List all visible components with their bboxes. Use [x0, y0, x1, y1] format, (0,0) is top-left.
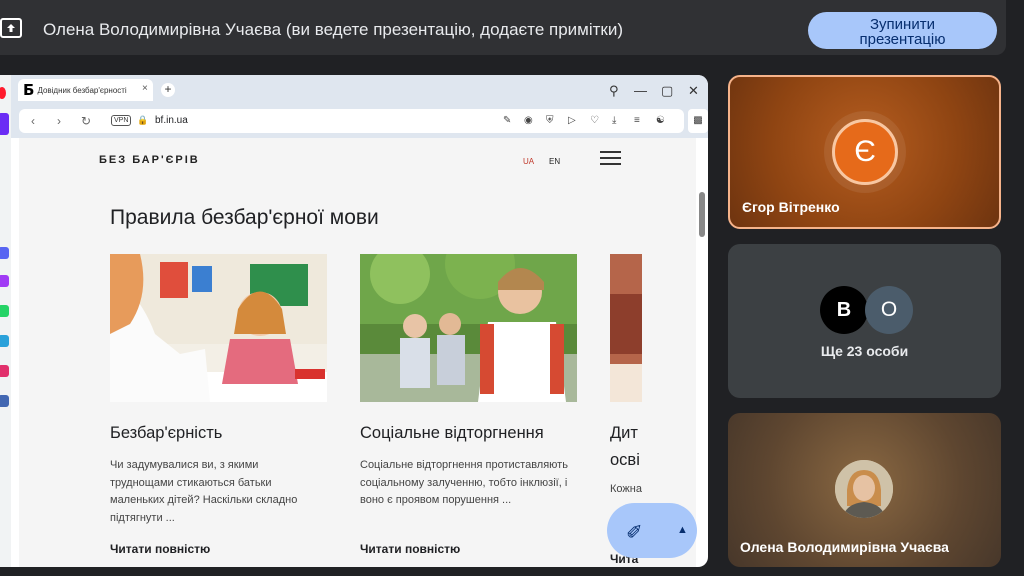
card-image-1[interactable] [110, 254, 327, 402]
site-logo[interactable]: БЕЗ БАР'ЄРІВ [99, 154, 200, 166]
download-icon[interactable]: ⤓ [612, 115, 616, 126]
camera-icon[interactable]: ◉ [524, 115, 533, 126]
whatsapp-icon[interactable] [0, 305, 9, 317]
instagram-icon[interactable] [0, 365, 9, 377]
send-icon[interactable]: ▷ [568, 115, 576, 126]
page-title: Правила безбар'єрної мови [110, 206, 379, 229]
participant-tile-active-speaker[interactable]: Є Єгор Вітренко [728, 75, 1001, 229]
extension-icon[interactable] [0, 395, 9, 407]
close-window-icon[interactable]: ✕ [688, 83, 699, 99]
card-read-more-2[interactable]: Читати повністю [360, 542, 460, 556]
more-participants-count: Ще 23 особи [820, 343, 909, 359]
url-text[interactable]: bf.in.ua [155, 115, 188, 126]
lang-ua-link[interactable]: UA [523, 157, 534, 166]
address-bar[interactable]: ‹ › ↻ VPN 🔒 bf.in.ua ✎ ◉ ⛨ ▷ ♡ ⤓ ≡ ☯ [19, 109, 684, 133]
menu-lines-icon[interactable]: ≡ [634, 115, 640, 126]
back-icon[interactable]: ‹ [31, 114, 35, 128]
card-read-more-1[interactable]: Читати повністю [110, 542, 210, 556]
vpn-badge[interactable]: VPN [111, 115, 132, 126]
minimize-icon[interactable]: — [634, 83, 647, 98]
card-title-2[interactable]: Соціальне відторгнення [360, 424, 544, 443]
heart-icon[interactable]: ♡ [590, 115, 599, 126]
lang-en-link[interactable]: EN [549, 157, 560, 166]
new-tab-button[interactable]: + [161, 83, 175, 97]
presenting-bar: Олена Володимирівна Учаєва (ви ведете пр… [0, 0, 1006, 55]
browser-sidebar [0, 75, 11, 567]
reload-icon[interactable]: ↻ [81, 114, 91, 128]
shield-icon[interactable]: ⛨ [546, 115, 554, 126]
discord-icon[interactable] [0, 247, 9, 259]
avatar-b: В [820, 286, 868, 334]
card-image-3[interactable] [610, 254, 642, 402]
participant-tile-self[interactable]: Олена Володимирівна Учаєва [728, 413, 1001, 567]
presenting-status-text: Олена Володимирівна Учаєва (ви ведете пр… [43, 20, 624, 39]
tab-title: Довідник безбар'єрності [37, 85, 127, 95]
avatar: Є [832, 119, 898, 185]
participant-name: Єгор Вітренко [742, 199, 840, 215]
card-text-3: Кожна [610, 483, 642, 495]
forward-icon[interactable]: › [57, 114, 61, 128]
telegram-icon[interactable] [0, 335, 9, 347]
extensions-cube-icon[interactable]: ▩ [688, 109, 708, 133]
edit-icon[interactable]: ✎ [503, 115, 511, 126]
card-title-1[interactable]: Безбар'єрність [110, 424, 222, 443]
participant-tile-others[interactable]: В О Ще 23 особи [728, 244, 1001, 398]
search-tabs-icon[interactable]: ⚲ [609, 83, 619, 99]
aria-icon[interactable] [0, 113, 9, 135]
avatar-photo [835, 460, 893, 518]
stop-button-line2: презентацію [859, 31, 946, 48]
avatar-o: О [865, 286, 913, 334]
tab-active[interactable]: Б Довідник безбар'єрності [18, 79, 153, 101]
stop-presenting-button[interactable]: Зупинити презентацію [808, 12, 997, 49]
profile-icon[interactable]: ☯ [656, 115, 665, 126]
card-text-2: Соціальне відторгнення протиставляють со… [360, 459, 568, 506]
browser-toolbar: ‹ › ↻ VPN 🔒 bf.in.ua ✎ ◉ ⛨ ▷ ♡ ⤓ ≡ ☯ ▩ [11, 106, 708, 138]
tab-favicon: Б [23, 81, 35, 99]
maximize-icon[interactable]: ▢ [661, 83, 673, 99]
annotation-tools-button[interactable]: ✐ ▲ [607, 503, 697, 558]
page-scrollbar[interactable] [699, 192, 705, 237]
present-screen-icon [0, 18, 22, 38]
tab-close-icon[interactable]: × [142, 83, 148, 94]
card-image-2[interactable] [360, 254, 577, 402]
participant-name: Олена Володимирівна Учаєва [740, 539, 949, 555]
opera-icon[interactable] [0, 87, 6, 99]
messenger-icon[interactable] [0, 275, 9, 287]
card-text-1: Чи задумувалися ви, з якими труднощами с… [110, 459, 298, 524]
caret-up-icon[interactable]: ▲ [677, 524, 688, 536]
pen-annotate-icon: ✐ [626, 522, 643, 544]
card-title-3-line2[interactable]: осві [610, 451, 640, 470]
hamburger-menu-icon[interactable] [600, 151, 621, 166]
lock-icon[interactable]: 🔒 [137, 115, 148, 126]
card-title-3-line1[interactable]: Дит [610, 424, 638, 443]
tab-strip: Б Довідник безбар'єрності × + ⚲ — ▢ ✕ [11, 75, 708, 106]
